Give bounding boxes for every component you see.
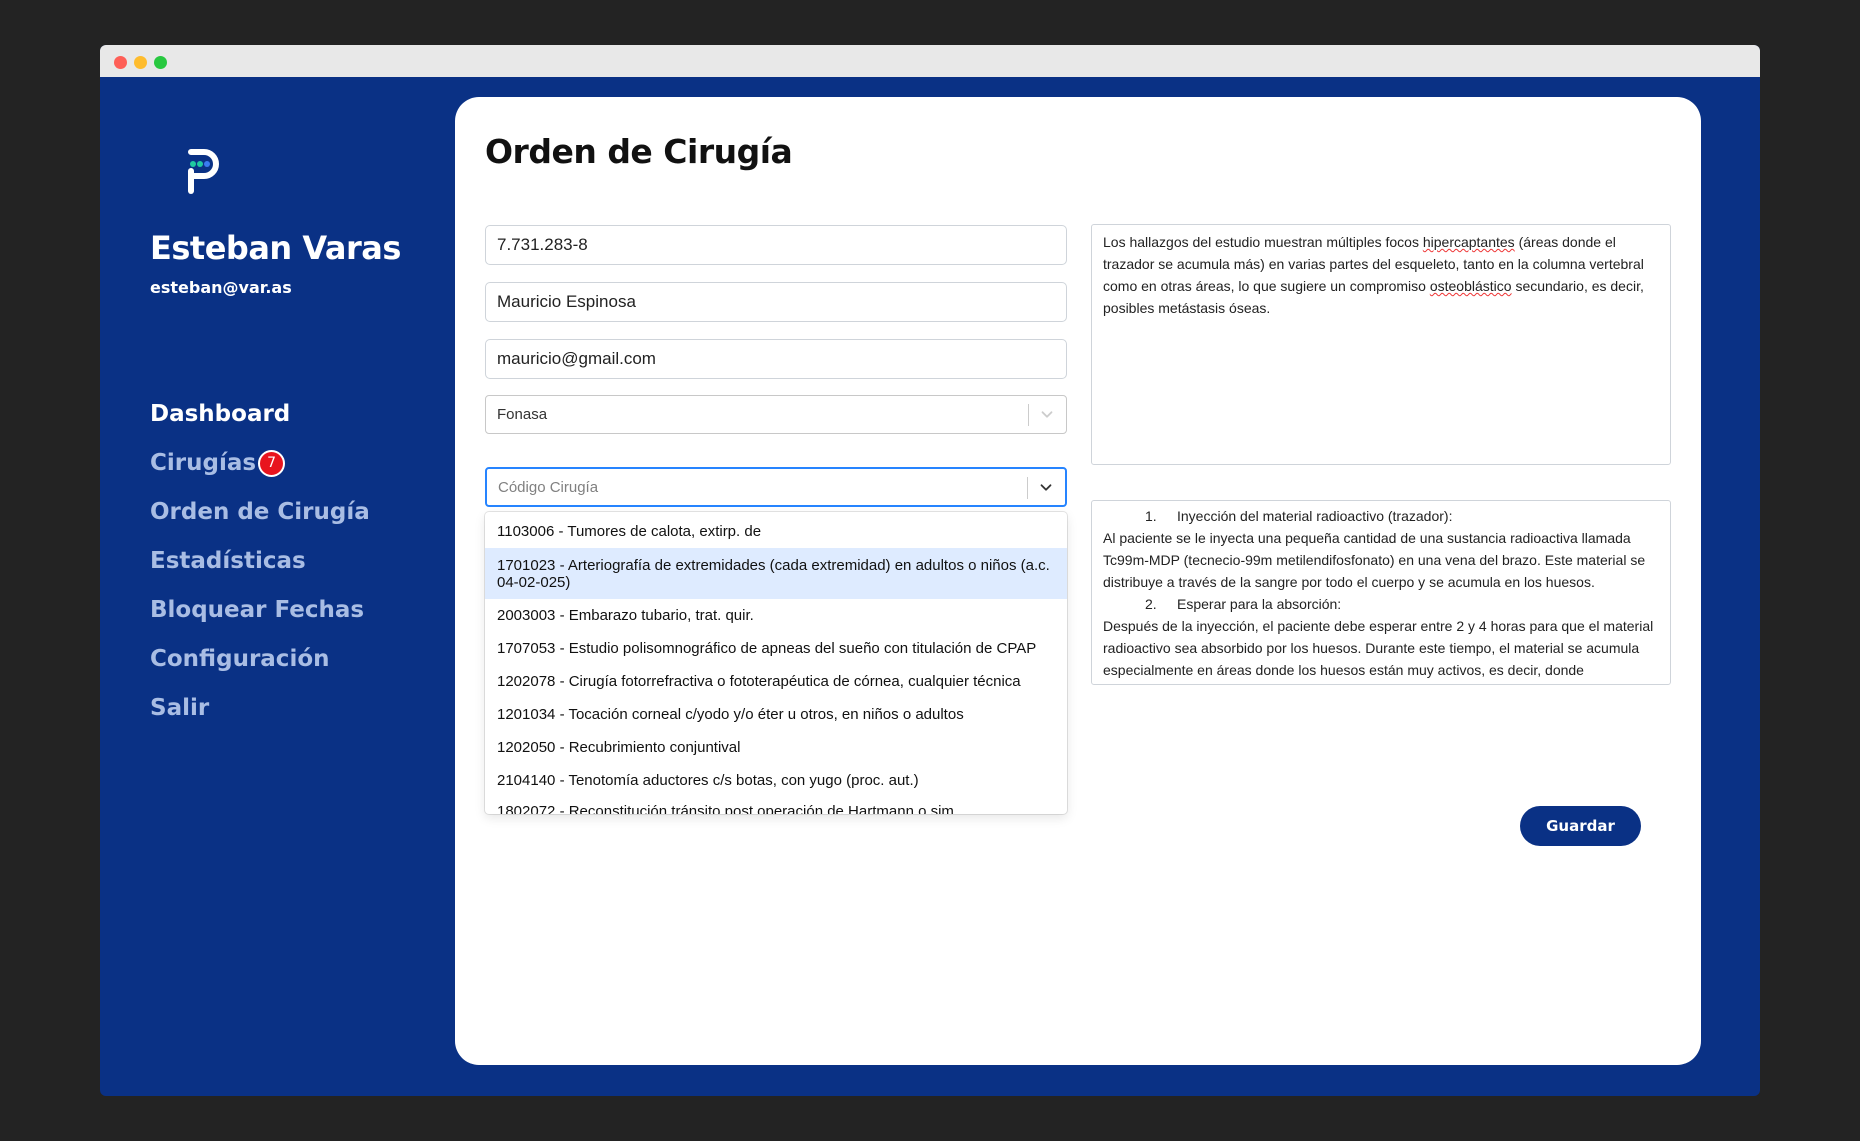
app-logo-icon	[188, 149, 219, 194]
dropdown-option[interactable]: 1201034 - Tocación corneal c/yodo y/o ét…	[485, 698, 1067, 731]
nav-item-label: Configuración	[150, 646, 330, 672]
nav-item-label: Dashboard	[150, 401, 291, 427]
nav-item-label: Salir	[150, 695, 210, 721]
user-name: Esteban Varas	[150, 229, 401, 267]
insurance-select-value: Fonasa	[497, 406, 548, 423]
browser-window: Esteban Varas esteban@var.as Dashboard C…	[100, 45, 1760, 1096]
window-titlebar	[100, 45, 1760, 77]
nav-item-cirugias[interactable]: Cirugías 7	[150, 450, 370, 499]
rut-input[interactable]: 7.731.283-8	[485, 225, 1067, 265]
patient-email-input[interactable]: mauricio@gmail.com	[485, 339, 1067, 379]
user-email: esteban@var.as	[150, 278, 292, 297]
dropdown-option[interactable]: 1802072 - Reconstitución tránsito post o…	[485, 797, 1067, 814]
dropdown-option[interactable]: 1103006 - Tumores de calota, extirp. de	[485, 515, 1067, 548]
close-window-button[interactable]	[114, 56, 127, 69]
select-separator	[1027, 477, 1028, 499]
select-separator	[1028, 404, 1029, 426]
notification-badge: 7	[258, 450, 286, 477]
dropdown-option[interactable]: 1701023 - Arteriografía de extremidades …	[485, 548, 1067, 599]
list-number: 1.	[1145, 508, 1157, 524]
procedure-textarea[interactable]: 1. Inyección del material radioactivo (tr…	[1091, 500, 1671, 685]
paragraph: Al paciente se le inyecta una pequeña ca…	[1103, 530, 1646, 590]
diagnosis-textarea[interactable]: Los hallazgos del estudio muestran múlti…	[1091, 224, 1671, 465]
insurance-select[interactable]: Fonasa	[485, 395, 1067, 434]
nav-item-label: Cirugías	[150, 450, 257, 476]
nav-item-estadisticas[interactable]: Estadísticas	[150, 548, 370, 597]
chevron-down-icon[interactable]	[1037, 478, 1055, 496]
surgery-code-placeholder: Código Cirugía	[498, 479, 599, 496]
sidebar-nav: Dashboard Cirugías 7 Orden de Cirugía Est…	[150, 401, 370, 744]
dropdown-option[interactable]: 1202050 - Recubrimiento conjuntival	[485, 731, 1067, 764]
paragraph: Después de la inyección, el paciente deb…	[1103, 618, 1654, 678]
spellcheck-word: osteoblástico	[1429, 278, 1512, 294]
dropdown-option[interactable]: 2104140 - Tenotomía aductores c/s botas,…	[485, 764, 1067, 797]
surgery-code-dropdown: 1103006 - Tumores de calota, extirp. de …	[485, 512, 1067, 814]
list-number: 2.	[1145, 596, 1157, 612]
list-item: 2. Esperar para la absorción:	[1103, 593, 1659, 615]
diagnosis-text: Los hallazgos del estudio muestran múlti…	[1103, 234, 1423, 250]
save-button[interactable]: Guardar	[1520, 806, 1641, 846]
list-item: 1. Inyección del material radioactivo (tr…	[1103, 505, 1659, 527]
nav-item-orden-de-cirugia[interactable]: Orden de Cirugía	[150, 499, 370, 548]
list-item-text: Inyección del material radioactivo (traz…	[1177, 508, 1453, 524]
dropdown-option[interactable]: 1202078 - Cirugía fotorrefractiva o foto…	[485, 665, 1067, 698]
nav-item-label: Estadísticas	[150, 548, 306, 574]
patient-name-input[interactable]: Mauricio Espinosa	[485, 282, 1067, 322]
chevron-down-icon[interactable]	[1038, 405, 1056, 423]
dropdown-option[interactable]: 2003003 - Embarazo tubario, trat. quir.	[485, 599, 1067, 632]
nav-item-label: Bloquear Fechas	[150, 597, 365, 623]
nav-item-dashboard[interactable]: Dashboard	[150, 401, 370, 450]
nav-item-salir[interactable]: Salir	[150, 695, 370, 744]
nav-item-bloquear-fechas[interactable]: Bloquear Fechas	[150, 597, 370, 646]
surgery-code-select[interactable]: Código Cirugía	[485, 467, 1067, 507]
maximize-window-button[interactable]	[154, 56, 167, 69]
nav-item-label: Orden de Cirugía	[150, 499, 370, 525]
list-item-text: Esperar para la absorción:	[1177, 596, 1342, 612]
spellcheck-word: hipercaptantes	[1422, 234, 1515, 250]
page-title: Orden de Cirugía	[485, 132, 793, 171]
minimize-window-button[interactable]	[134, 56, 147, 69]
dropdown-option[interactable]: 1707053 - Estudio polisomnográfico de ap…	[485, 632, 1067, 665]
main-card: Orden de Cirugía 7.731.283-8 Mauricio Es…	[455, 97, 1701, 1065]
nav-item-configuracion[interactable]: Configuración	[150, 646, 370, 695]
